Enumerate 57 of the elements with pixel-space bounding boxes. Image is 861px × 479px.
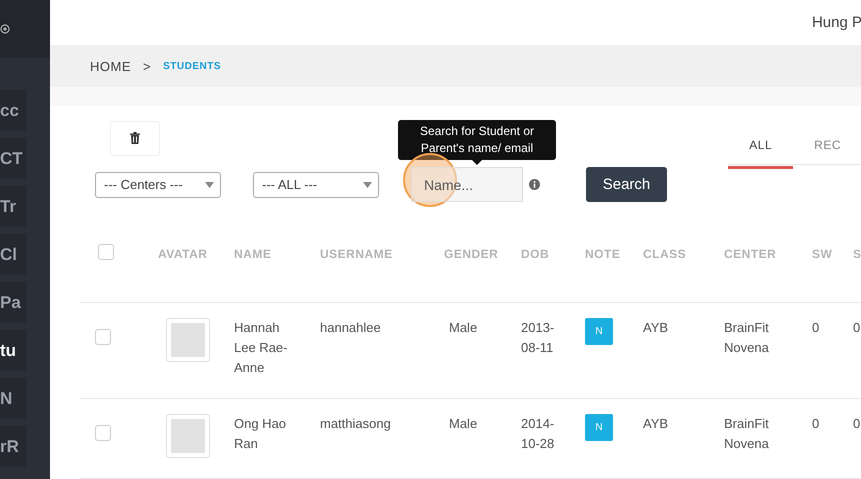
breadcrumb-home[interactable]: HOME [90,58,131,74]
search-button[interactable]: Search [586,167,667,202]
select-all-checkbox[interactable] [98,244,114,260]
gender: Male [449,416,478,431]
avatar-placeholder [166,318,210,362]
dropdown-caret-icon [205,182,214,188]
column-header: USERNAME [320,246,393,261]
circle-icon[interactable] [0,24,10,34]
column-header: NAME [234,246,272,261]
column-header: S [853,246,861,261]
row-checkbox[interactable] [95,328,111,345]
column-header: SW [812,246,832,261]
sidebar-item[interactable]: Tr [0,186,26,227]
search-tooltip: Search for Student or Parent's name/ email [398,120,556,160]
avatar-placeholder [166,414,210,458]
row-checkbox[interactable] [95,424,111,441]
student-name: Hannah Lee Rae-Anne [234,318,288,377]
trash-icon [130,132,140,144]
class-select[interactable]: --- ALL --- [253,172,379,198]
column-header: NOTE [585,246,620,261]
class-name: AYB [643,416,668,431]
username: hannahlee [320,320,381,335]
class-name: AYB [643,320,668,335]
sw-value: 0 [812,416,820,431]
column-header: GENDER [444,246,498,261]
date-of-birth: 2014-10-28 [521,414,556,453]
dropdown-caret-icon [363,182,372,188]
sidebar-item[interactable]: Pa [0,282,26,323]
delete-button[interactable] [110,120,160,156]
table-cell: 0 [853,416,860,431]
breadcrumb-current: STUDENTS [163,60,221,72]
name-search-field[interactable]: Name... [411,167,523,202]
filter-tab[interactable]: ALL [728,124,794,169]
gender: Male [449,320,478,335]
sidebar-item[interactable]: rR [0,426,26,467]
info-icon[interactable] [529,179,540,190]
sidebar-item[interactable]: Cl [0,234,26,275]
username: matthiasong [320,416,391,431]
column-header: AVATAR [158,246,208,261]
sidebar-item[interactable]: cc [0,90,26,131]
filter-tab[interactable]: REC [793,124,861,169]
sidebar-item[interactable]: N [0,378,26,419]
center-name: BrainFit Novena [724,414,770,453]
breadcrumb-separator: > [143,58,152,74]
date-of-birth: 2013-08-11 [521,318,556,357]
tooltip-arrow-icon [472,160,482,166]
column-header: DOB [521,246,550,261]
column-header: CLASS [643,246,686,261]
center-name: BrainFit Novena [724,318,770,357]
user-name[interactable]: Hung P [812,14,861,32]
center-select[interactable]: --- Centers --- [95,172,221,198]
student-name: Ong Hao Ran [234,414,288,453]
column-header: CENTER [724,246,776,261]
table-cell: 0 [853,320,860,335]
sw-value: 0 [812,320,820,335]
sidebar-item[interactable]: tu [0,330,26,371]
sidebar-item[interactable]: CT [0,138,26,179]
